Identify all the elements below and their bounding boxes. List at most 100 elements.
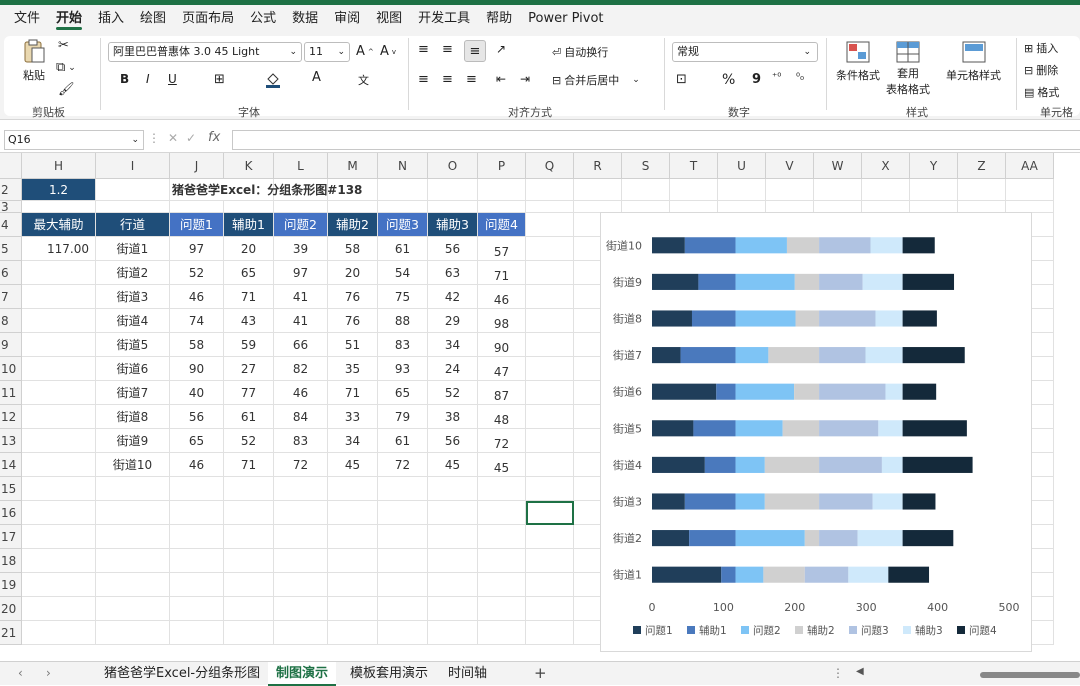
cell[interactable]: 84	[274, 405, 328, 429]
cell[interactable]	[274, 201, 328, 213]
cell[interactable]	[526, 621, 574, 645]
cell[interactable]: 最大辅助	[22, 213, 96, 237]
cell[interactable]: 街道2	[96, 261, 170, 285]
column-header[interactable]: I	[96, 153, 170, 179]
orientation-icon[interactable]: ↗	[496, 42, 506, 56]
bar-segment[interactable]	[819, 456, 882, 473]
bar-segment[interactable]	[902, 456, 973, 473]
row-header[interactable]: 3	[0, 201, 22, 213]
cell[interactable]	[274, 477, 328, 501]
cell[interactable]	[22, 357, 96, 381]
cell[interactable]	[328, 501, 378, 525]
cell[interactable]: 52	[224, 429, 274, 453]
cell[interactable]	[526, 453, 574, 477]
cell[interactable]	[22, 261, 96, 285]
bar-segment[interactable]	[819, 383, 886, 400]
format-cells-button[interactable]: ▤ 格式	[1024, 84, 1059, 100]
cell[interactable]	[378, 621, 428, 645]
cell[interactable]	[478, 525, 526, 549]
cell[interactable]: 66	[274, 333, 328, 357]
cell[interactable]	[428, 501, 478, 525]
decrease-indent-icon[interactable]: ⇤	[496, 72, 506, 86]
column-header[interactable]: V	[766, 153, 814, 179]
border-icon[interactable]: ⊞	[214, 72, 225, 87]
bar-segment[interactable]	[735, 347, 769, 364]
copy-icon[interactable]: ⧉ ⌄	[56, 60, 76, 75]
bar-segment[interactable]	[652, 347, 681, 364]
cell[interactable]: 街道7	[96, 381, 170, 405]
sheet-tab[interactable]: 制图演示	[268, 662, 337, 686]
cell[interactable]: 46	[170, 453, 224, 477]
cell[interactable]	[766, 179, 814, 201]
cell[interactable]	[910, 179, 958, 201]
menu-item[interactable]: 开始	[48, 5, 90, 32]
bar-segment[interactable]	[881, 456, 903, 473]
bar-segment[interactable]	[693, 420, 736, 437]
cell[interactable]	[428, 597, 478, 621]
cell[interactable]	[224, 621, 274, 645]
cell[interactable]	[224, 597, 274, 621]
cell[interactable]	[170, 573, 224, 597]
cell[interactable]: 58	[328, 237, 378, 261]
cell[interactable]	[378, 179, 428, 201]
cell[interactable]	[22, 405, 96, 429]
bar-segment[interactable]	[735, 566, 764, 583]
cell[interactable]	[22, 501, 96, 525]
align-bottom-icon[interactable]: ≡	[464, 40, 486, 62]
cell[interactable]	[328, 549, 378, 573]
cell[interactable]	[96, 525, 170, 549]
cell[interactable]	[478, 621, 526, 645]
italic-button[interactable]: I	[146, 72, 150, 86]
bar-segment[interactable]	[819, 347, 866, 364]
bar-segment[interactable]	[795, 310, 820, 327]
bar-segment[interactable]	[865, 347, 903, 364]
menu-item[interactable]: 公式	[242, 5, 284, 32]
cell[interactable]	[274, 621, 328, 645]
number-format-select[interactable]: 常规 ⌄	[672, 42, 818, 62]
bar-segment[interactable]	[819, 310, 876, 327]
cell[interactable]	[328, 621, 378, 645]
column-header[interactable]: Y	[910, 153, 958, 179]
bar-segment[interactable]	[716, 383, 736, 400]
bar-segment[interactable]	[819, 493, 873, 510]
cell[interactable]	[378, 525, 428, 549]
row-header[interactable]: 17	[0, 525, 22, 549]
grouped-bar-chart[interactable]: 街道10 街道9 街道8 街道7 街道6 街道5 街道4 街道3 街道2 街道1 0 100 200 30…	[600, 212, 1032, 652]
cell[interactable]: 20	[224, 237, 274, 261]
bar-segment[interactable]	[652, 383, 717, 400]
cell[interactable]: 79	[378, 405, 428, 429]
cell[interactable]: 83	[378, 333, 428, 357]
cell[interactable]	[22, 573, 96, 597]
cell[interactable]: 51	[328, 333, 378, 357]
cell[interactable]	[526, 573, 574, 597]
menu-item[interactable]: 审阅	[326, 5, 368, 32]
cell[interactable]	[526, 285, 574, 309]
bar-segment[interactable]	[735, 237, 787, 254]
cell[interactable]	[224, 501, 274, 525]
insert-cells-button[interactable]: ⊞ 插入	[1024, 40, 1058, 56]
cell[interactable]	[170, 621, 224, 645]
bar-segment[interactable]	[870, 237, 903, 254]
column-header[interactable]: L	[274, 153, 328, 179]
row-header[interactable]: 6	[0, 261, 22, 285]
cell[interactable]	[428, 549, 478, 573]
cell[interactable]	[428, 201, 478, 213]
cell[interactable]: 45	[478, 453, 526, 477]
cell[interactable]: 46	[274, 381, 328, 405]
cell[interactable]	[328, 525, 378, 549]
decrease-decimal-icon[interactable]: ⁰₀	[796, 72, 804, 83]
cut-icon[interactable]: ✂	[58, 38, 69, 53]
bar-segment[interactable]	[872, 493, 903, 510]
cell[interactable]	[428, 525, 478, 549]
cell[interactable]	[526, 381, 574, 405]
bar-segment[interactable]	[652, 566, 722, 583]
cell[interactable]	[526, 357, 574, 381]
bar-segment[interactable]	[888, 566, 930, 583]
cell[interactable]	[526, 525, 574, 549]
cell[interactable]	[478, 477, 526, 501]
column-header[interactable]: AA	[1006, 153, 1054, 179]
cell[interactable]	[526, 237, 574, 261]
bar-segment[interactable]	[684, 237, 736, 254]
cell[interactable]	[670, 179, 718, 201]
cell[interactable]: 辅助1	[224, 213, 274, 237]
